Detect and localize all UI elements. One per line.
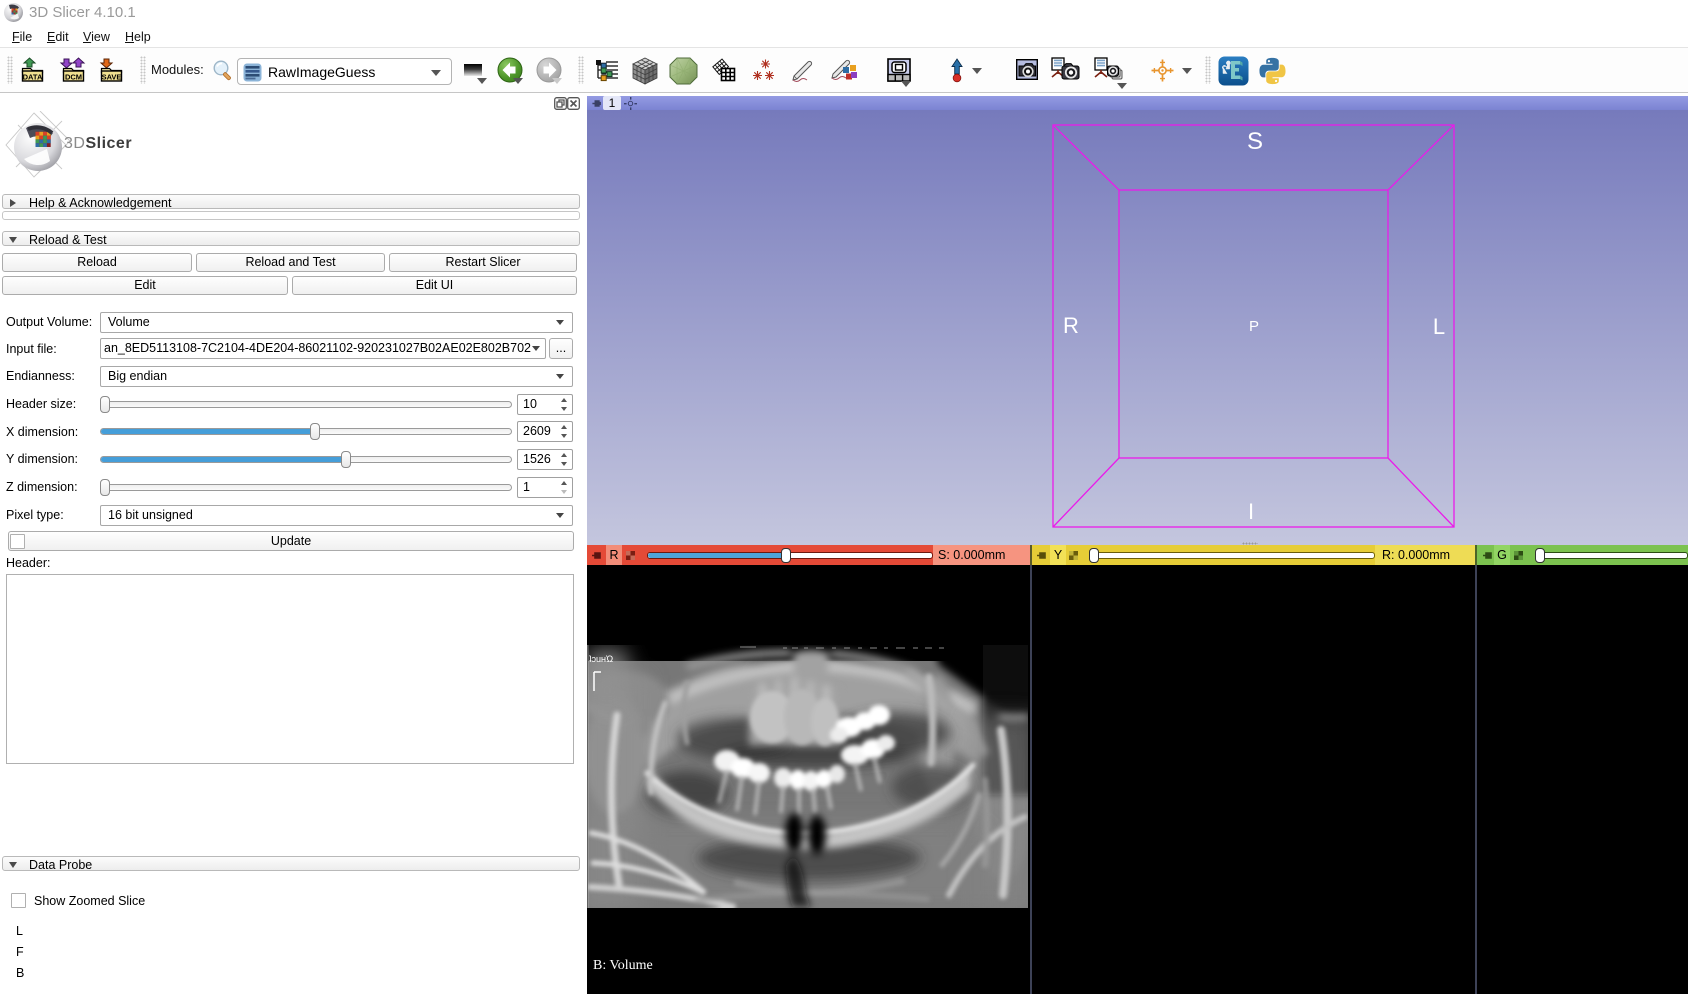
- svg-text:SAVE: SAVE: [102, 73, 122, 82]
- svg-text:S: S: [1247, 128, 1263, 155]
- svg-text:R: R: [1063, 313, 1079, 338]
- svg-text:P: P: [1249, 318, 1259, 335]
- svg-text:DCM: DCM: [65, 73, 82, 82]
- svg-text:DATA: DATA: [23, 73, 43, 82]
- svg-text:L: L: [1433, 314, 1445, 339]
- svg-text:ʇɔuʜὨ: ʇɔuʜὨ: [589, 654, 613, 664]
- svg-text:I: I: [1248, 499, 1254, 524]
